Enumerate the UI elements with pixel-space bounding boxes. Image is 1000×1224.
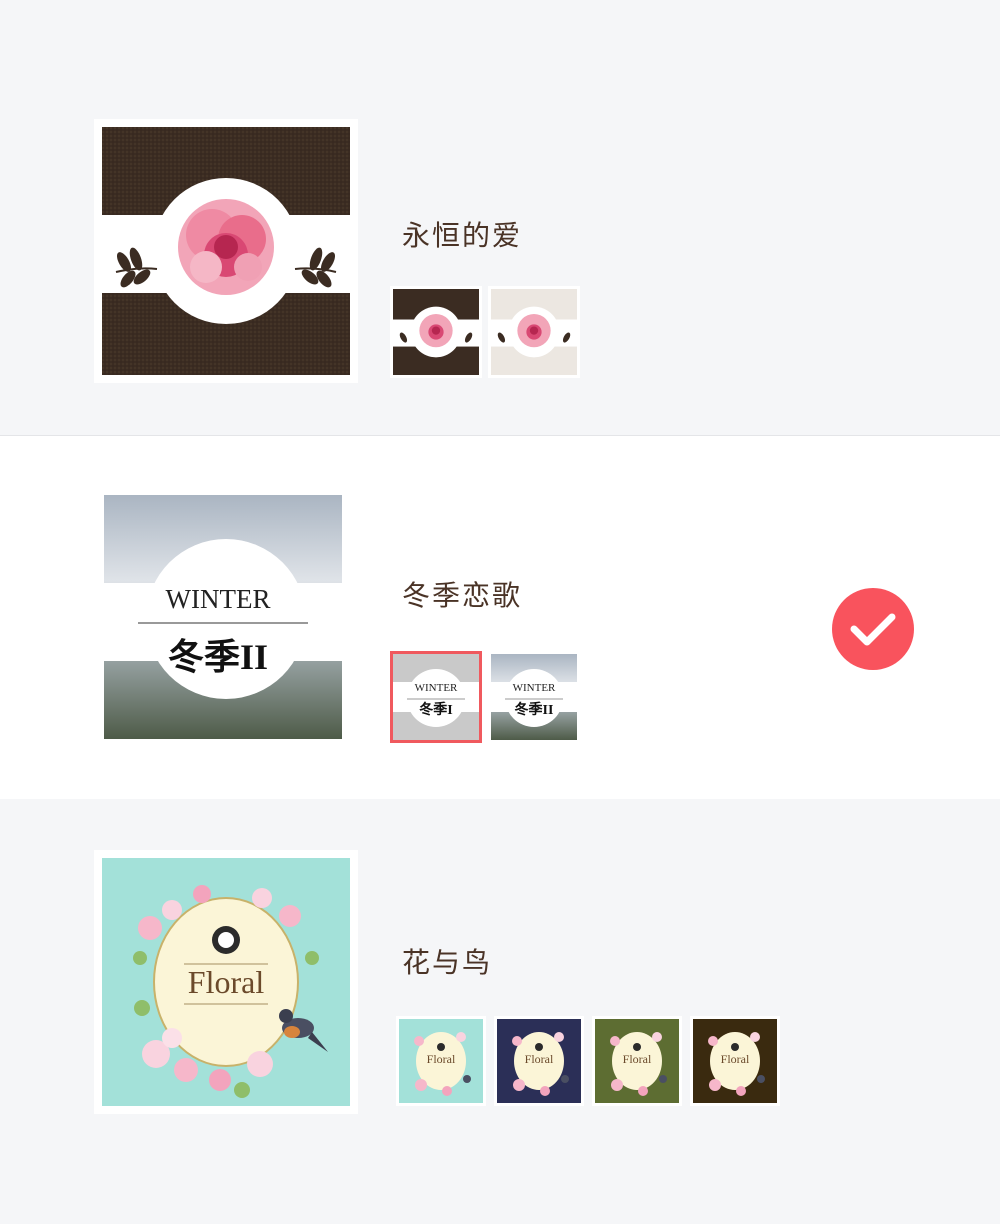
design-row-flower-and-bird[interactable]: Floral 花与鸟 Floral Floral Floral Floral <box>0 799 1000 1224</box>
variant-thumb-photo[interactable]: WINTER 冬季II <box>488 651 580 743</box>
thumb-label: Floral <box>524 1052 554 1066</box>
variant-thumb-dark-brown[interactable]: Floral <box>690 1016 780 1106</box>
variant-thumb-navy[interactable]: Floral <box>494 1016 584 1106</box>
preview-top-text: WINTER <box>165 584 271 614</box>
thumb-bottom-text: 冬季I <box>419 703 453 718</box>
design-row-eternal-love[interactable]: 永恒的爱 <box>0 0 1000 435</box>
design-title: 永恒的爱 <box>402 219 523 252</box>
design-preview-large: Floral <box>94 850 358 1114</box>
design-title: 花与鸟 <box>402 946 493 979</box>
thumb-top-text: WINTER <box>512 682 556 694</box>
thumb-label: Floral <box>720 1052 750 1066</box>
design-title: 冬季恋歌 <box>402 579 523 612</box>
design-preview-large: WINTER 冬季II <box>94 495 358 759</box>
variant-thumb-mint[interactable]: Floral <box>396 1016 486 1106</box>
variant-list: Floral Floral Floral Floral <box>396 1016 780 1106</box>
variant-list <box>390 286 580 378</box>
thumb-bottom-text: 冬季II <box>514 703 554 718</box>
variant-thumb-light-beige[interactable] <box>488 286 580 378</box>
thumb-top-text: WINTER <box>414 682 458 694</box>
variant-thumb-olive[interactable]: Floral <box>592 1016 682 1106</box>
preview-bottom-text: 冬季II <box>167 637 269 677</box>
preview-label: Floral <box>187 964 265 1000</box>
design-preview-large <box>94 119 358 383</box>
thumb-label: Floral <box>622 1052 652 1066</box>
variant-list: WINTER 冬季I WINTER 冬季II <box>390 651 580 743</box>
variant-thumb-dark-brown[interactable] <box>390 286 482 378</box>
peony-icon <box>178 199 274 295</box>
thumb-label: Floral <box>426 1052 456 1066</box>
selected-check-icon <box>832 588 914 670</box>
variant-thumb-silver[interactable]: WINTER 冬季I <box>390 651 482 743</box>
design-row-winter-love-song[interactable]: WINTER 冬季II 冬季恋歌 WINTER 冬季I WINTER 冬季II <box>0 435 1000 800</box>
